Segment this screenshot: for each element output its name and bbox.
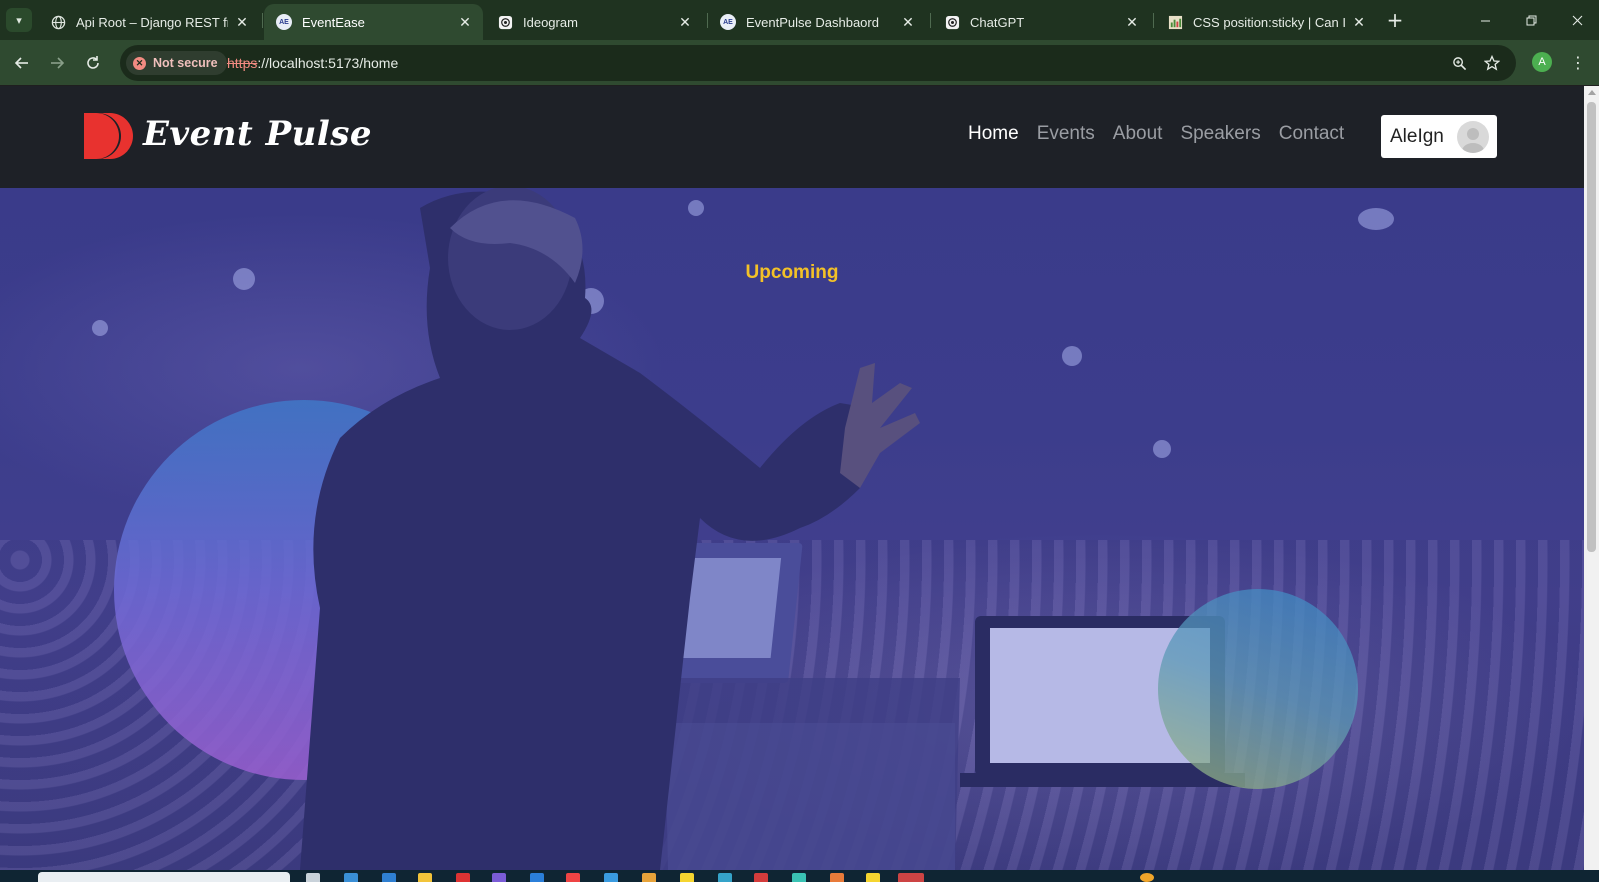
security-label: Not secure — [153, 56, 218, 70]
user-avatar-icon — [1457, 121, 1489, 153]
nav-home[interactable]: Home — [968, 123, 1019, 145]
close-icon — [1572, 15, 1582, 25]
forward-button[interactable] — [44, 50, 70, 76]
scrollbar-thumb[interactable] — [1587, 102, 1596, 552]
close-icon[interactable]: ✕ — [1124, 14, 1140, 30]
tab-title: Api Root – Django REST fram — [76, 14, 228, 30]
scroll-up-arrow-icon[interactable] — [1588, 90, 1596, 95]
close-window-button[interactable] — [1562, 8, 1592, 32]
event-pulse-logo-icon[interactable] — [84, 111, 134, 161]
page-scrollbar[interactable] — [1584, 86, 1599, 870]
tab-ideogram[interactable]: Ideogram ✕ — [485, 4, 703, 40]
app-icon[interactable] — [792, 873, 806, 882]
tab-title: ChatGPT — [970, 14, 1025, 30]
app-icon[interactable] — [604, 873, 618, 882]
close-icon[interactable]: ✕ — [1351, 14, 1367, 30]
openai-knot-icon — [944, 14, 960, 30]
app-icon[interactable] — [866, 873, 880, 882]
back-arrow-icon — [14, 57, 28, 69]
ae-logo-icon: AE — [720, 14, 736, 30]
os-taskbar — [0, 870, 1599, 882]
globe-icon — [50, 14, 66, 30]
url-scheme: https — [227, 55, 258, 71]
taskbar-search[interactable] — [38, 872, 290, 882]
hero-heading: Upcoming — [745, 262, 839, 283]
store-icon[interactable] — [382, 873, 396, 882]
url-text[interactable]: https://localhost:5173/home — [227, 55, 398, 71]
nav-contact[interactable]: Contact — [1279, 123, 1344, 145]
url-rest: ://localhost:5173/home — [257, 55, 399, 71]
vscode-icon[interactable] — [530, 873, 544, 882]
app-icon[interactable] — [718, 873, 732, 882]
logo-text[interactable]: Event Pulse — [143, 114, 372, 154]
user-name: AleIgn — [1390, 125, 1444, 147]
restore-icon — [1526, 15, 1536, 25]
nav-about[interactable]: About — [1113, 123, 1163, 145]
tab-strip: ▾ Api Root – Django REST fram ✕ AE Event… — [0, 0, 1599, 40]
zoom-icon[interactable] — [1450, 54, 1468, 72]
restore-button[interactable] — [1516, 8, 1546, 32]
minimize-icon — [1480, 20, 1490, 21]
app-icon[interactable] — [456, 873, 470, 882]
decorative-circle-right — [1158, 589, 1358, 789]
caniuse-icon — [1167, 14, 1183, 30]
edge-icon[interactable] — [344, 873, 358, 882]
tab-separator — [1153, 13, 1154, 28]
bookmark-star-icon[interactable] — [1483, 54, 1501, 72]
not-secure-icon: ✕ — [133, 56, 146, 70]
tab-api-root[interactable]: Api Root – Django REST fram ✕ — [38, 4, 260, 40]
openai-knot-icon — [497, 14, 513, 30]
task-view-icon[interactable] — [306, 873, 320, 882]
site-header: Event Pulse Home Events About Speakers C… — [0, 86, 1584, 188]
forward-arrow-icon — [51, 57, 65, 69]
tab-title: Ideogram — [523, 14, 578, 30]
tab-title: EventEase — [302, 14, 365, 30]
browser-toolbar: ✕ Not secure https://localhost:5173/home… — [0, 40, 1599, 85]
nav-events[interactable]: Events — [1037, 123, 1095, 145]
browser-menu-icon[interactable]: ⋮ — [1568, 51, 1588, 73]
tab-separator — [262, 13, 263, 28]
user-menu-button[interactable]: AleIgn — [1381, 115, 1497, 158]
ae-logo-icon: AE — [276, 14, 292, 30]
tab-title: EventPulse Dashbaord — [746, 14, 879, 30]
close-icon[interactable]: ✕ — [900, 14, 916, 30]
minimize-button[interactable] — [1470, 8, 1500, 32]
app-icon[interactable] — [830, 873, 844, 882]
app-icon[interactable] — [754, 873, 768, 882]
app-icon[interactable] — [680, 873, 694, 882]
speaker-photo — [300, 188, 1245, 870]
app-icon[interactable] — [642, 873, 656, 882]
address-bar[interactable]: ✕ Not secure https://localhost:5173/home — [120, 45, 1516, 81]
weather-icon[interactable] — [1140, 873, 1154, 882]
tab-search-button[interactable]: ▾ — [6, 8, 32, 32]
folder-icon[interactable] — [418, 873, 432, 882]
reload-icon — [87, 56, 99, 69]
app-icon[interactable] — [492, 873, 506, 882]
tab-eventpulse-dashboard[interactable]: AE EventPulse Dashbaord ✕ — [708, 4, 926, 40]
page-viewport: Event Pulse Home Events About Speakers C… — [0, 86, 1584, 870]
reload-button[interactable] — [80, 50, 106, 76]
back-button[interactable] — [9, 50, 35, 76]
tab-eventease[interactable]: AE EventEase ✕ — [264, 4, 483, 40]
close-icon[interactable]: ✕ — [234, 14, 250, 30]
tab-caniuse[interactable]: CSS position:sticky | Can I us ✕ — [1155, 4, 1377, 40]
chrome-icon[interactable] — [898, 873, 924, 882]
nav-speakers[interactable]: Speakers — [1180, 123, 1260, 145]
tab-title: CSS position:sticky | Can I us — [1193, 14, 1345, 30]
hero-section: Upcoming — [0, 188, 1584, 870]
profile-avatar[interactable]: A — [1532, 52, 1552, 72]
close-icon[interactable]: ✕ — [457, 14, 473, 30]
main-nav: Home Events About Speakers Contact — [968, 123, 1344, 145]
security-chip[interactable]: ✕ Not secure — [126, 51, 227, 75]
close-icon[interactable]: ✕ — [677, 14, 693, 30]
app-icon[interactable] — [566, 873, 580, 882]
tab-chatgpt[interactable]: ChatGPT ✕ — [932, 4, 1150, 40]
tab-separator — [930, 13, 931, 28]
new-tab-button[interactable]: + — [1384, 8, 1406, 32]
